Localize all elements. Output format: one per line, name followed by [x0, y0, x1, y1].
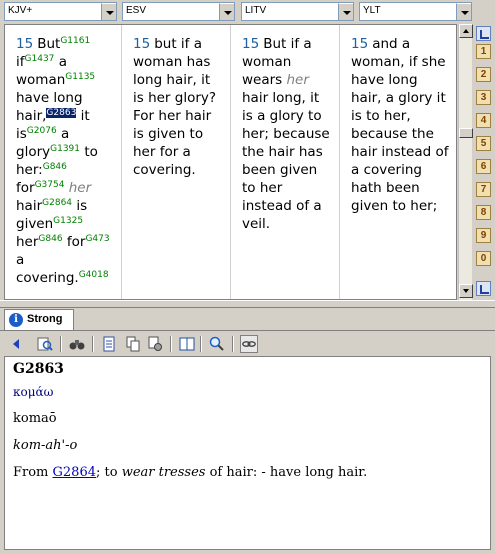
verse-text: and a woman, if she have long hair, a gl… — [351, 36, 449, 214]
link-icon[interactable] — [240, 335, 258, 353]
strong-number-tag[interactable]: G1325 — [53, 216, 83, 226]
copy-icon[interactable] — [124, 335, 142, 353]
toolbar-separator — [60, 336, 62, 352]
definition-mid: ; to — [96, 465, 122, 480]
book-tab-icon[interactable]: 3 — [476, 90, 491, 105]
verse-number[interactable]: 15 — [351, 36, 368, 52]
strong-number-tag[interactable]: G2076 — [27, 126, 57, 136]
chevron-down-icon[interactable] — [101, 3, 116, 20]
toolbar-separator — [200, 336, 202, 352]
pane-splitter[interactable] — [0, 300, 495, 308]
version-select-1-value: KJV+ — [8, 5, 33, 16]
strong-number-tag[interactable]: G3754 — [35, 180, 65, 190]
version-select-2[interactable]: ESV — [122, 2, 235, 21]
kjv-word: a covering. — [16, 252, 79, 286]
book-tab-icon[interactable]: 5 — [476, 136, 491, 151]
strong-number-tag[interactable]: G473 — [85, 234, 109, 244]
verse-text: but if a woman has long hair, it is her … — [133, 36, 217, 178]
version-select-4[interactable]: YLT — [359, 2, 472, 21]
strong-number-tag[interactable]: G846 — [38, 234, 62, 244]
strong-number-tag[interactable]: G1437 — [25, 54, 55, 64]
book-tab-icon[interactable]: 7 — [476, 182, 491, 197]
info-icon: i — [9, 313, 23, 327]
tab-strong-label: Strong — [27, 313, 63, 325]
book-tab-icon[interactable]: 0 — [476, 251, 491, 266]
book-tab-icon[interactable]: 4 — [476, 113, 491, 128]
version-select-2-value: ESV — [126, 5, 147, 16]
document-icon[interactable] — [100, 335, 118, 353]
kjv-word: her — [16, 234, 39, 250]
book-nav-sidebar: 1 2 3 4 5 6 7 8 9 0 — [473, 24, 495, 300]
kjv-word: for — [16, 180, 35, 196]
chevron-down-icon[interactable] — [456, 3, 471, 20]
book-tab-icon[interactable]: 1 — [476, 44, 491, 59]
toolbar-separator — [170, 336, 172, 352]
verse-text-post: hair long, it is a glory to her; because… — [242, 90, 330, 232]
version-select-3[interactable]: LITV — [241, 2, 354, 21]
book-icon[interactable] — [178, 335, 196, 353]
nav-down-icon[interactable] — [476, 281, 491, 296]
esv-column: 15 but if a woman has long hair, it is he… — [122, 25, 231, 299]
book-tab-icon[interactable]: 8 — [476, 205, 491, 220]
litv-column: 15 But if a woman wears her hair long, it… — [231, 25, 340, 299]
toolbar-separator — [92, 336, 94, 352]
back-icon[interactable] — [8, 335, 26, 353]
panel-tabbar: i Strong — [0, 308, 495, 330]
kjv-word: But — [37, 36, 61, 52]
version-select-4-value: YLT — [363, 5, 381, 16]
definition-suffix: of hair: - have long hair. — [205, 465, 368, 480]
strong-entry-view: G2863 κομάω komaō kom-ah'-o From G2864; … — [4, 356, 491, 550]
toolbar-separator — [232, 336, 234, 352]
definition-prefix: From — [13, 465, 53, 480]
strong-link[interactable]: G2864 — [53, 465, 96, 480]
strong-toolbar — [0, 330, 495, 356]
lookup-icon[interactable] — [36, 335, 54, 353]
nav-up-icon[interactable] — [476, 26, 491, 41]
version-select-1[interactable]: KJV+ — [4, 2, 117, 21]
kjv-word: if — [16, 54, 25, 70]
book-tab-icon[interactable]: 6 — [476, 159, 491, 174]
ylt-column: 15 and a woman, if she have long hair, a … — [340, 25, 456, 299]
scroll-up-button[interactable] — [459, 24, 473, 38]
text-scrollbar[interactable] — [458, 24, 473, 300]
zoom-icon[interactable] — [208, 335, 226, 353]
verse-number[interactable]: 15 — [16, 36, 33, 52]
binoculars-icon[interactable] — [68, 335, 86, 353]
strong-number-tag[interactable]: G1391 — [50, 144, 80, 154]
scroll-thumb[interactable] — [459, 128, 473, 138]
book-tab-icon[interactable]: 2 — [476, 67, 491, 82]
kjv-column: 15 ButG1161 ifG1437 a womanG1135 have lon… — [5, 25, 122, 299]
transliteration: komaō — [13, 411, 57, 426]
chevron-down-icon[interactable] — [338, 3, 353, 20]
kjv-word: have long hair, — [16, 90, 83, 124]
verse-number[interactable]: 15 — [242, 36, 259, 52]
strong-number-tag[interactable]: G1161 — [60, 36, 90, 46]
strong-number-tag[interactable]: G1135 — [65, 72, 95, 82]
kjv-word: her — [68, 180, 92, 196]
strong-number: G2863 — [13, 361, 64, 377]
bible-text-pane: 15 ButG1161 ifG1437 a womanG1135 have lon… — [4, 24, 457, 300]
kjv-word: for — [66, 234, 86, 250]
book-tab-icon[interactable]: 9 — [476, 228, 491, 243]
version-selector-bar: KJV+ ESV LITV YLT — [0, 0, 495, 24]
tab-strong[interactable]: i Strong — [4, 309, 74, 330]
definition: From G2864; to wear tresses of hair: - h… — [13, 465, 482, 480]
kjv-word: hair — [16, 198, 43, 214]
version-select-3-value: LITV — [245, 5, 267, 16]
verse-text-italic: her — [286, 72, 309, 88]
chevron-down-icon[interactable] — [219, 3, 234, 20]
scroll-down-button[interactable] — [459, 284, 473, 298]
greek-word: κομάω — [13, 385, 54, 399]
definition-emphasis: wear tresses — [121, 465, 206, 480]
strong-number-tag[interactable]: G2864 — [42, 198, 72, 208]
strong-number-tag[interactable]: G2863 — [46, 108, 77, 118]
verse-number[interactable]: 15 — [133, 36, 150, 52]
strong-number-tag[interactable]: G846 — [43, 162, 67, 172]
pronunciation: kom-ah'-o — [13, 438, 78, 453]
print-preview-icon[interactable] — [146, 335, 164, 353]
strong-number-tag[interactable]: G4018 — [79, 270, 109, 280]
